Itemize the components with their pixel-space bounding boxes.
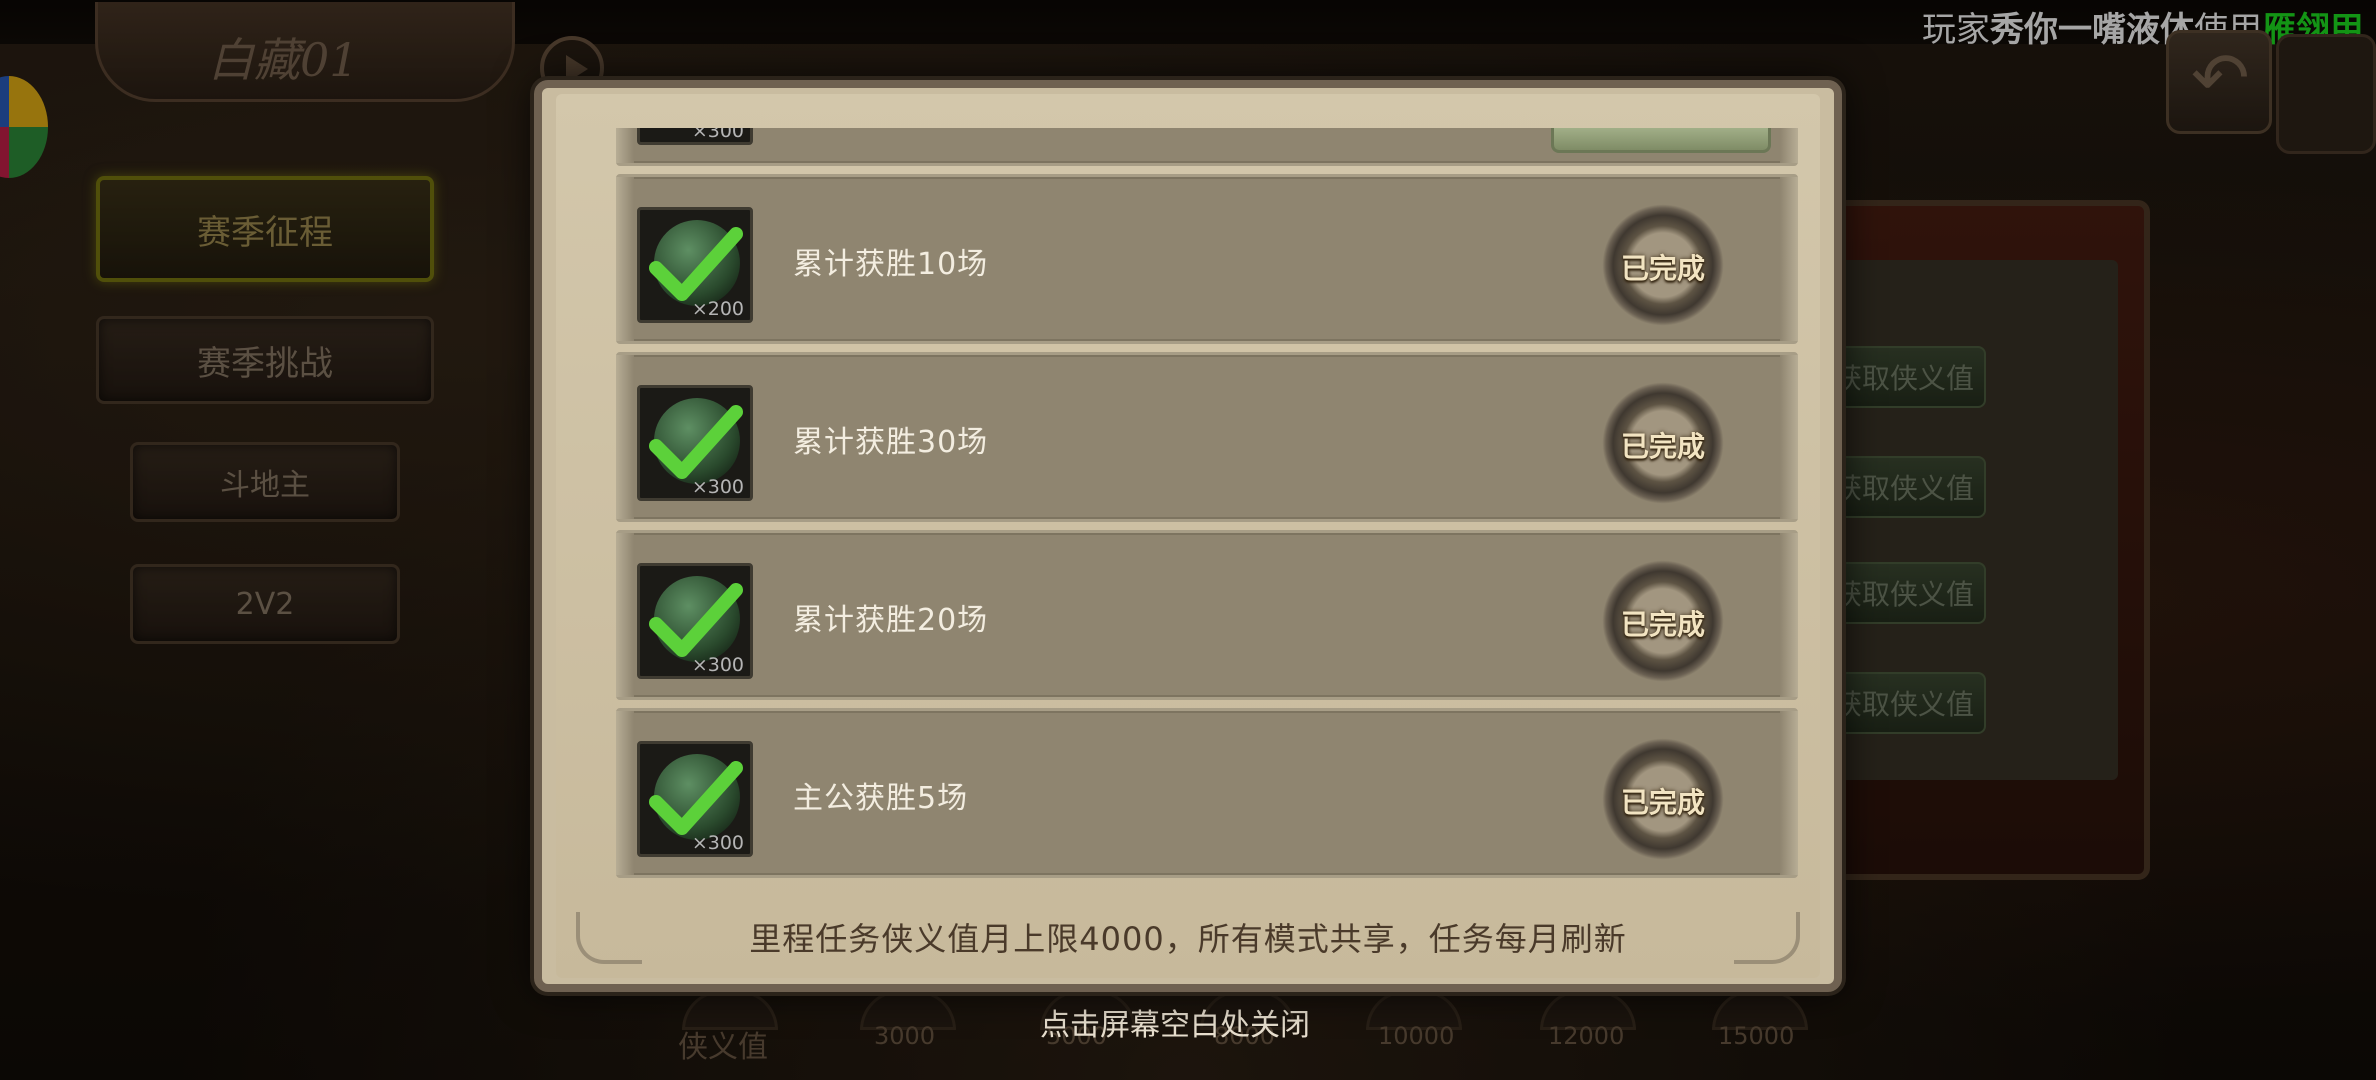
checkmark-icon [649,761,743,835]
completed-badge: 已完成 [1599,559,1727,683]
reward-qty: ×300 [691,476,744,498]
completed-badge: 已完成 [1599,737,1727,861]
claim-button[interactable] [1551,128,1771,153]
completed-badge: 已完成 [1599,203,1727,327]
reward-qty: ×300 [691,128,744,142]
corner-ornament [1734,912,1800,964]
checkmark-icon [649,583,743,657]
reward-qty: ×300 [691,654,744,676]
completed-badge: 已完成 [1599,381,1727,505]
completed-label: 已完成 [1620,252,1705,285]
task-modal-inner: ×300 ×200 累计获胜10场 已完成 ×300 累计获胜30场 已完成 ×… [556,94,1820,978]
task-modal: ×300 ×200 累计获胜10场 已完成 ×300 累计获胜30场 已完成 ×… [534,80,1842,992]
task-row: ×300 主公获胜5场 已完成 [616,708,1798,878]
task-row: ×300 累计获胜30场 已完成 [616,352,1798,522]
task-row: ×200 累计获胜10场 已完成 [616,174,1798,344]
reward-icon: ×300 [637,385,753,501]
task-title: 主公获胜5场 [793,781,969,816]
task-list[interactable]: ×300 ×200 累计获胜10场 已完成 ×300 累计获胜30场 已完成 ×… [616,128,1798,898]
reward-qty: ×200 [691,298,744,320]
completed-label: 已完成 [1620,786,1705,819]
close-hint: 点击屏幕空白处关闭 [1040,1008,1310,1043]
task-title: 累计获胜10场 [793,247,989,282]
footer-note: 里程任务侠义值月上限4000，所有模式共享，任务每月刷新 [749,920,1627,958]
task-title: 累计获胜30场 [793,425,989,460]
corner-ornament [576,912,642,964]
task-row: ×300 累计获胜20场 已完成 [616,530,1798,700]
task-row: ×300 [616,128,1798,166]
completed-label: 已完成 [1620,430,1705,463]
reward-icon: ×300 [637,563,753,679]
reward-icon: ×300 [637,128,753,145]
task-title: 累计获胜20场 [793,603,989,638]
reward-icon: ×300 [637,741,753,857]
checkmark-icon [649,405,743,479]
completed-label: 已完成 [1620,608,1705,641]
reward-icon: ×200 [637,207,753,323]
checkmark-icon [649,227,743,301]
reward-qty: ×300 [691,832,744,854]
